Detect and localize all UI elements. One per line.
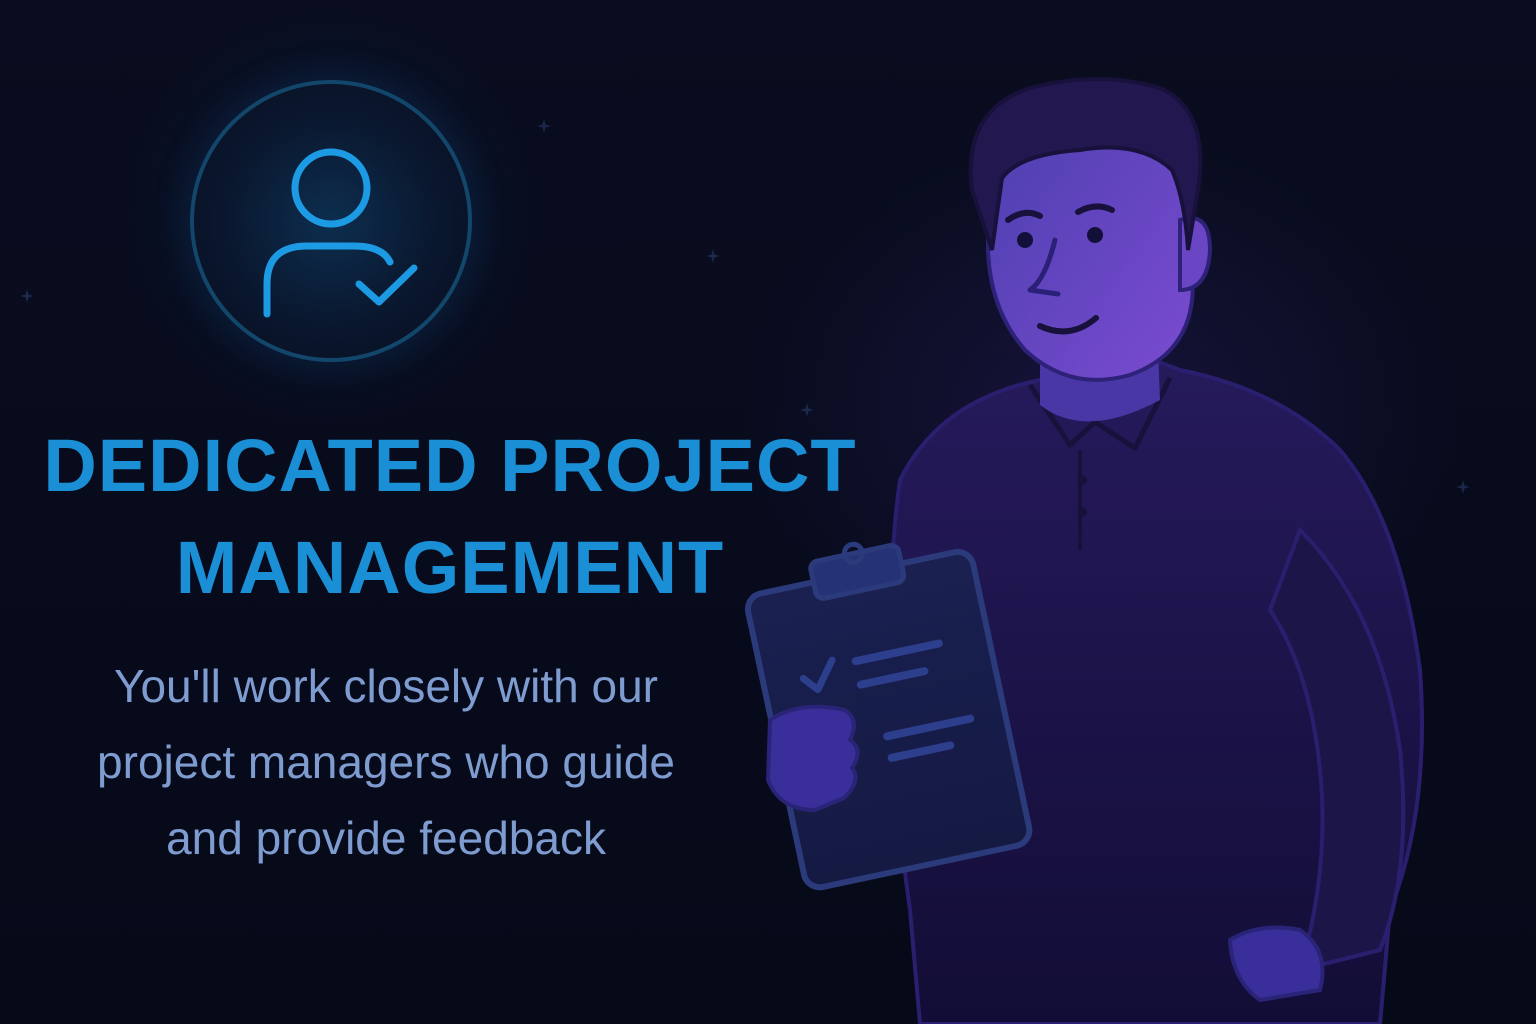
sparkle-icon <box>1456 480 1470 494</box>
sparkle-icon <box>20 289 34 303</box>
person-with-clipboard-illustration <box>744 77 1424 1024</box>
sparkle-icon <box>537 119 551 133</box>
description-line: project managers who guide <box>97 736 675 788</box>
hand <box>765 704 860 813</box>
description-line: You'll work closely with our <box>114 660 658 712</box>
hero-scene: DEDICATED PROJECT MANAGEMENT You'll work… <box>0 0 1536 1024</box>
sparkle-icon <box>706 249 720 263</box>
user-check-badge <box>190 80 472 362</box>
user-check-icon <box>263 148 418 318</box>
description-line: and provide feedback <box>166 812 606 864</box>
description: You'll work closely with our project man… <box>0 648 772 876</box>
